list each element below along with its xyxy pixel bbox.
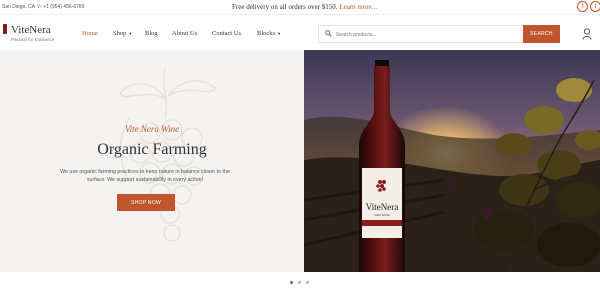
logo-tagline: Passion for Existence xyxy=(11,37,55,42)
phone[interactable]: ✆ +1 (954) 456-6789 xyxy=(37,4,85,10)
search-button[interactable]: SEARCH xyxy=(523,25,560,43)
nav-shop-label: Shop xyxy=(113,30,127,37)
hero-image: ViteNera RED WINE xyxy=(304,50,600,272)
facebook-icon[interactable]: f xyxy=(577,1,588,12)
chevron-down-icon: ▼ xyxy=(277,31,282,36)
promo-banner: Free delivery on all orders over $150. L… xyxy=(232,3,377,11)
carousel-dot[interactable] xyxy=(290,281,293,284)
top-bar: San Diego, CA ✆ +1 (954) 456-6789 Free d… xyxy=(0,0,600,14)
logo-icon[interactable] xyxy=(3,24,7,34)
hero-description: We use organic farming practices to keep… xyxy=(60,169,230,183)
carousel-dot[interactable] xyxy=(298,281,301,284)
shop-now-button[interactable]: SHOP NOW xyxy=(117,194,175,211)
search-icon xyxy=(325,30,332,37)
logo-name[interactable]: ViteNera xyxy=(11,24,51,36)
search-bar: SEARCH xyxy=(318,25,560,43)
user-icon[interactable] xyxy=(582,28,592,40)
carousel-dots xyxy=(0,281,600,287)
nav-blocks-label: Blocks xyxy=(257,30,276,37)
phone-icon: ✆ xyxy=(37,4,42,10)
twitter-icon[interactable]: t xyxy=(590,1,600,12)
promo-text: Free delivery on all orders over $150. xyxy=(232,3,338,11)
chevron-down-icon: ▼ xyxy=(128,31,133,36)
nav-about[interactable]: About Us xyxy=(172,30,197,37)
nav-contact[interactable]: Contact Us xyxy=(212,30,241,37)
nav-blocks[interactable]: Blocks ▼ xyxy=(257,30,281,37)
hero-text-panel: Vite Nera Wine Organic Farming We use or… xyxy=(0,50,304,272)
nav-home[interactable]: Home xyxy=(82,30,98,37)
vineyard-sunset-image: ViteNera RED WINE xyxy=(304,50,600,272)
phone-number[interactable]: +1 (954) 456-6789 xyxy=(43,4,84,10)
nav-blog[interactable]: Blog xyxy=(145,30,158,37)
carousel-dot[interactable] xyxy=(306,281,309,284)
location-label: San Diego, CA xyxy=(2,4,36,10)
search-input[interactable] xyxy=(336,28,521,41)
bottle-sub: RED WINE xyxy=(375,213,390,217)
hero-title: Organic Farming xyxy=(97,141,207,158)
nav-shop[interactable]: Shop ▼ xyxy=(113,30,132,37)
header: ViteNera Passion for Existence Home Shop… xyxy=(0,14,600,50)
bottle-brand: ViteNera xyxy=(366,202,398,212)
learn-more-link[interactable]: Learn more... xyxy=(339,3,377,11)
hero-script-title: Vite Nera Wine xyxy=(124,124,180,134)
location: San Diego, CA xyxy=(2,4,35,10)
